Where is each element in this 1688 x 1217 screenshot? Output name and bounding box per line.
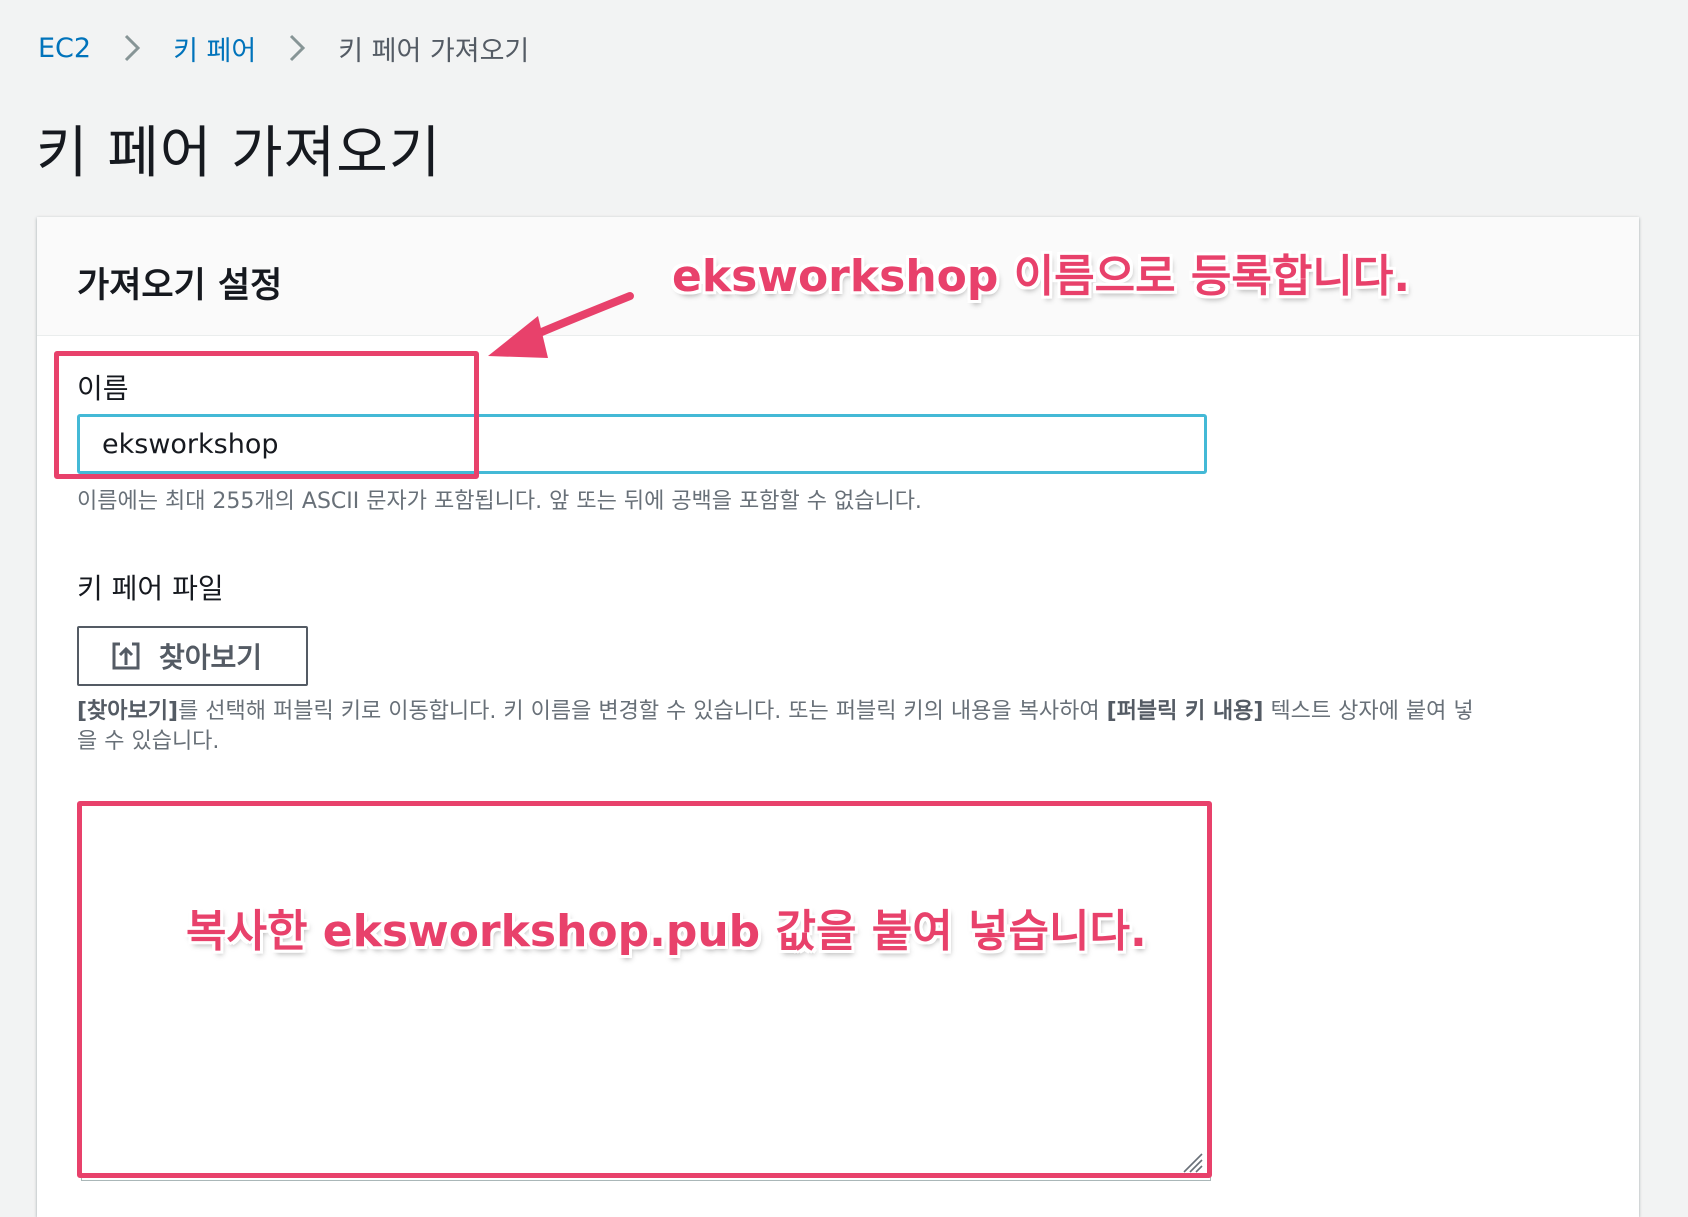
textarea-highlight-box [77,801,1212,1178]
key-file-label: 키 페어 파일 [77,572,224,605]
hint-text-3: 을 수 있습니다. [77,729,220,754]
browse-button-label: 찾아보기 [159,641,263,674]
panel-title: 가져오기 설정 [77,266,283,306]
upload-icon [111,641,141,671]
hint-text-2: 텍스트 상자에 붙여 넣 [1263,699,1474,724]
breadcrumb-key-pairs-link[interactable]: 키 페어 [173,29,256,68]
textarea-callout: 복사한 eksworkshop.pub 값을 붙여 넣습니다. [186,906,1147,957]
name-callout: eksworkshop 이름으로 등록합니다. [672,251,1411,302]
page-title: 키 페어 가져오기 [36,121,442,186]
annotation-arrow-icon [488,292,634,358]
hint-browse-ref: [찾아보기] [77,699,179,724]
breadcrumb-current: 키 페어 가져오기 [338,35,530,67]
name-highlight-box [54,351,479,479]
name-field-hint: 이름에는 최대 255개의 ASCII 문자가 포함됩니다. 앞 또는 뒤에 공… [77,489,922,514]
chevron-right-icon [117,30,147,66]
browse-button[interactable]: 찾아보기 [77,626,308,686]
hint-text-1: 를 선택해 퍼블릭 키로 이동합니다. 키 이름을 변경할 수 있습니다. 또는… [178,699,1107,724]
breadcrumb-ec2-link[interactable]: EC2 [38,33,91,64]
key-file-hint: [찾아보기]를 선택해 퍼블릭 키로 이동합니다. 키 이름을 변경할 수 있습… [77,697,1517,757]
breadcrumb: EC2 키 페어 키 페어 가져오기 [38,28,529,68]
chevron-right-icon [282,30,312,66]
hint-public-key-ref: [퍼블릭 키 내용] [1106,699,1264,724]
